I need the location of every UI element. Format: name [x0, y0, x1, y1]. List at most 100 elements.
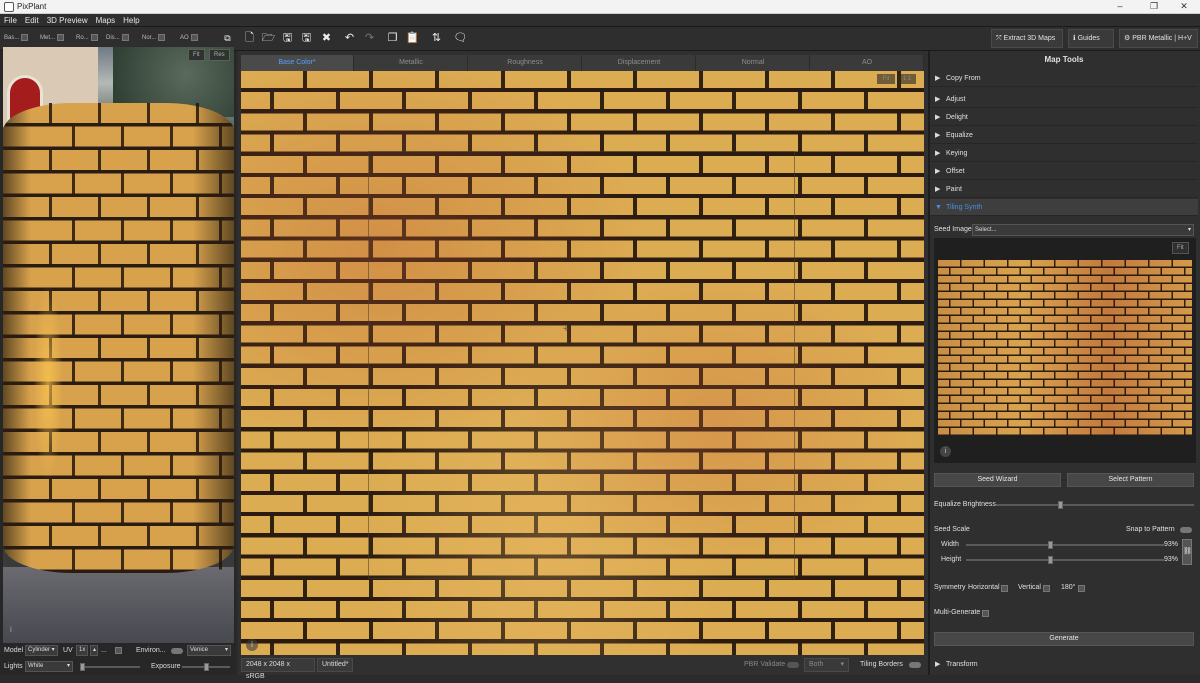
- map-tools-panel: Map Tools ▶ Copy From ▶ Adjust ▶ Delight ▶ E…: [927, 51, 1200, 675]
- open-folder-icon[interactable]: 🗁: [260, 30, 277, 47]
- menu-file[interactable]: File: [0, 14, 21, 27]
- seed-image-select[interactable]: Select... ▾: [972, 224, 1194, 236]
- select-pattern-button[interactable]: Select Pattern: [1067, 473, 1194, 487]
- section-equalize[interactable]: ▶ Equalize: [930, 127, 1198, 144]
- map-toggle-base[interactable]: Bas...: [4, 33, 29, 44]
- generate-button[interactable]: Generate: [934, 632, 1194, 646]
- detach-preview-icon[interactable]: ⧉: [219, 30, 236, 47]
- menu-3d-preview[interactable]: 3D Preview: [43, 14, 92, 27]
- chevron-right-icon: ▶: [935, 75, 941, 82]
- uv-more[interactable]: ...: [101, 644, 107, 658]
- multi-generate-checkbox[interactable]: [982, 610, 989, 617]
- symmetry-180-checkbox[interactable]: [1078, 585, 1085, 592]
- pbr-validate-toggle[interactable]: [787, 662, 799, 668]
- map-toggle-displacement[interactable]: Dis...: [106, 33, 129, 44]
- lights-slider-knob[interactable]: [80, 663, 85, 671]
- symmetry-vertical-checkbox[interactable]: [1043, 585, 1050, 592]
- tab-normal[interactable]: Normal: [697, 55, 810, 71]
- map-toggle-normal[interactable]: Nor...: [142, 33, 166, 44]
- canvas-info-icon[interactable]: i: [246, 639, 258, 651]
- seed-image[interactable]: [927, 260, 1200, 435]
- height-slider[interactable]: [966, 559, 1164, 561]
- section-keying[interactable]: ▶ Keying: [930, 145, 1198, 162]
- crosshair-icon: +: [563, 324, 569, 335]
- exposure-slider-knob[interactable]: [204, 663, 209, 671]
- menu-bar: File Edit 3D Preview Maps Help: [0, 14, 1200, 27]
- uv-stepper[interactable]: ▴: [90, 645, 98, 656]
- extract-3d-maps-button[interactable]: ⤧ Extract 3D Maps: [991, 29, 1063, 48]
- seed-info-icon[interactable]: i: [940, 446, 951, 457]
- undo-icon[interactable]: ↶: [341, 30, 358, 47]
- width-slider-knob[interactable]: [1048, 541, 1053, 549]
- menu-help[interactable]: Help: [119, 14, 143, 27]
- preview-res-button[interactable]: Res: [209, 49, 230, 61]
- equalize-brightness-slider[interactable]: [996, 504, 1194, 506]
- menu-edit[interactable]: Edit: [21, 14, 43, 27]
- multi-generate-label: Multi-Generate: [934, 609, 981, 616]
- menu-maps[interactable]: Maps: [92, 14, 120, 27]
- lights-select[interactable]: White ▾: [25, 661, 73, 672]
- uv-checkbox[interactable]: [115, 647, 122, 654]
- map-toggle-ao[interactable]: AO: [180, 33, 198, 44]
- uv-label: UV: [63, 647, 73, 654]
- section-paint[interactable]: ▶ Paint: [930, 181, 1198, 198]
- tab-roughness[interactable]: Roughness: [469, 55, 582, 71]
- lights-label: Lights: [4, 663, 23, 670]
- new-file-icon[interactable]: 🗋: [241, 30, 258, 47]
- width-slider[interactable]: [966, 544, 1164, 546]
- pbr-validate-select[interactable]: Both ▾: [804, 658, 849, 672]
- section-adjust[interactable]: ▶ Adjust: [930, 91, 1198, 108]
- pbr-mode-button[interactable]: ⚙ PBR Metallic | H+V: [1119, 29, 1198, 48]
- close-map-icon[interactable]: ✖: [318, 30, 335, 47]
- symmetry-horizontal-label: Horizontal: [968, 584, 1000, 591]
- maximize-button[interactable]: ❐: [1138, 0, 1170, 14]
- redo-icon[interactable]: ↷: [361, 30, 378, 47]
- map-editor: Base Color* Metallic Roughness Displacem…: [238, 51, 928, 680]
- seed-fit-button[interactable]: Fit: [1172, 242, 1189, 254]
- section-copy-from[interactable]: ▶ Copy From: [930, 70, 1198, 87]
- snap-to-pattern-toggle[interactable]: [1180, 527, 1192, 533]
- model-label: Model: [4, 647, 24, 654]
- copy-icon[interactable]: ❐: [384, 30, 401, 47]
- section-tiling-synth[interactable]: ▼ Tiling Synth: [930, 199, 1198, 216]
- canvas-actual-size-button[interactable]: 1:1: [898, 74, 916, 84]
- close-button[interactable]: ✕: [1168, 0, 1200, 14]
- tab-base-color[interactable]: Base Color*: [241, 55, 354, 71]
- link-aspect-icon[interactable]: ⛓: [1182, 539, 1192, 565]
- chevron-right-icon: ▶: [935, 114, 941, 121]
- chevron-right-icon: ▶: [935, 168, 941, 175]
- map-toggle-roughness[interactable]: Ro...: [76, 33, 98, 44]
- map-toggle-metallic[interactable]: Met...: [40, 33, 65, 44]
- info-icon[interactable]: i: [10, 625, 12, 634]
- guides-button[interactable]: ℹ Guides: [1068, 29, 1114, 48]
- height-slider-knob[interactable]: [1048, 556, 1053, 564]
- preview-controls-row2: Lights White ▾ Exposure: [0, 660, 236, 674]
- comment-icon[interactable]: 🗨: [452, 30, 469, 47]
- section-offset[interactable]: ▶ Offset: [930, 163, 1198, 180]
- canvas-fit-button[interactable]: Fit: [877, 74, 895, 84]
- section-delight[interactable]: ▶ Delight: [930, 109, 1198, 126]
- save-icon[interactable]: 🖫: [279, 30, 296, 47]
- tab-ao[interactable]: AO: [811, 55, 924, 71]
- symmetry-horizontal-checkbox[interactable]: [1001, 585, 1008, 592]
- tab-metallic[interactable]: Metallic: [355, 55, 468, 71]
- paste-icon[interactable]: 📋: [404, 30, 421, 47]
- uv-scale[interactable]: 1x: [76, 645, 88, 656]
- model-select[interactable]: Cylinder ▾: [25, 645, 58, 656]
- lights-slider[interactable]: [80, 666, 140, 668]
- section-transform[interactable]: ▶ Transform: [930, 656, 1198, 673]
- chevron-right-icon: ▶: [935, 150, 941, 157]
- minimize-button[interactable]: –: [1104, 0, 1136, 14]
- swap-icon[interactable]: ⇅: [428, 30, 445, 47]
- preview-fit-button[interactable]: Fit: [188, 49, 205, 61]
- 3d-viewport[interactable]: i: [3, 47, 234, 643]
- environment-toggle[interactable]: [171, 648, 183, 654]
- symmetry-vertical-label: Vertical: [1018, 584, 1041, 591]
- environment-select[interactable]: Venice ▾: [187, 645, 231, 656]
- texture-canvas[interactable]: + Fit 1:1 i: [241, 71, 924, 655]
- equalize-brightness-knob[interactable]: [1058, 501, 1063, 509]
- seed-wizard-button[interactable]: Seed Wizard: [934, 473, 1061, 487]
- save-as-icon[interactable]: 🖫: [298, 30, 315, 47]
- tiling-borders-toggle[interactable]: [909, 662, 921, 668]
- tab-displacement[interactable]: Displacement: [583, 55, 696, 71]
